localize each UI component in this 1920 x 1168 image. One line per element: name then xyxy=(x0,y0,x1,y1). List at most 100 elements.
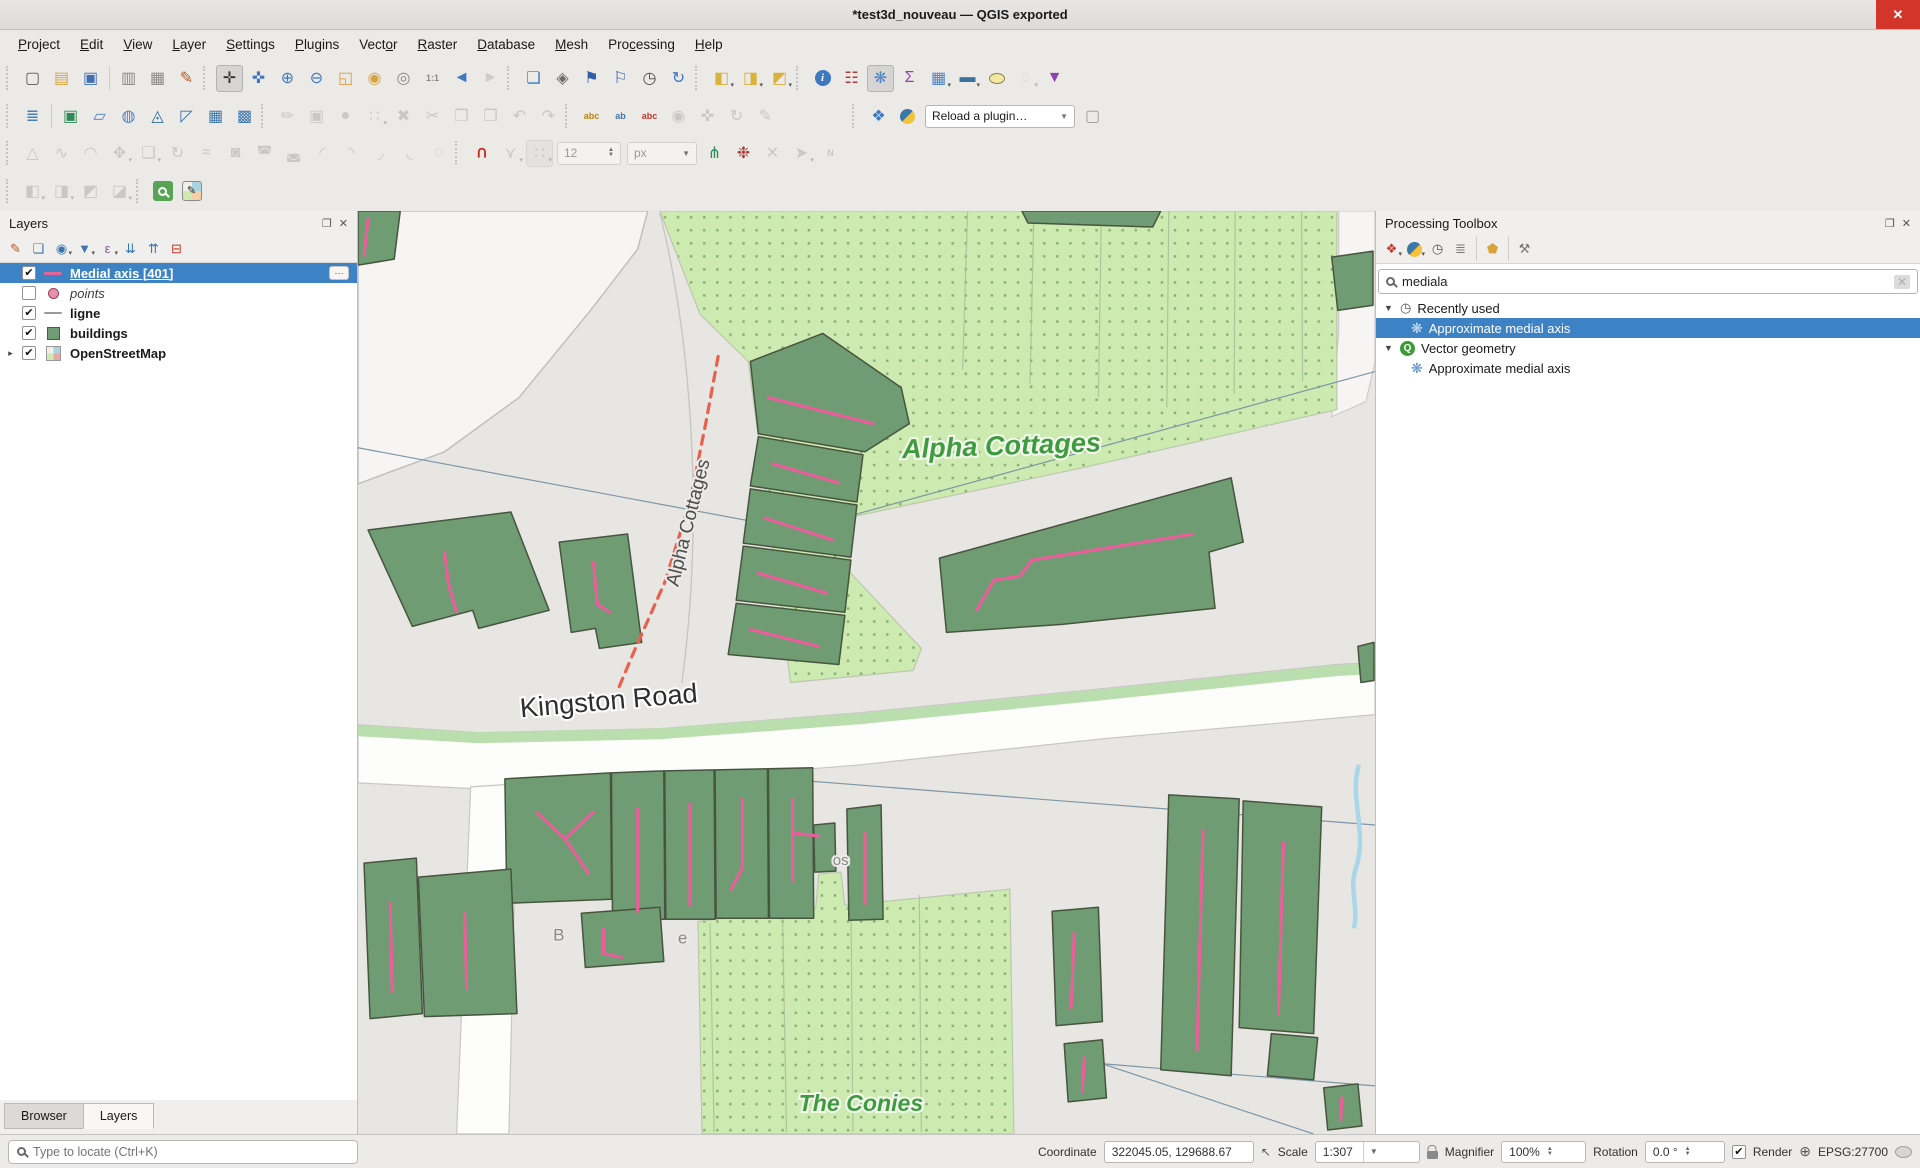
magnifier-spinbox[interactable]: 100% ▲▼ xyxy=(1501,1141,1586,1163)
float-panel-icon[interactable]: ❐ xyxy=(322,217,332,230)
rotate-label-icon[interactable]: ↻ xyxy=(723,103,750,130)
lock-icon[interactable] xyxy=(1427,1151,1438,1159)
scale-combo[interactable]: 1:307 ▼ xyxy=(1315,1141,1420,1163)
layer-row-ligne[interactable]: ✔ligne xyxy=(0,303,357,323)
clear-search-icon[interactable]: ✕ xyxy=(1894,275,1910,289)
zoom-to-selection-icon[interactable]: ◉ xyxy=(361,65,388,92)
new-shapefile-layer-icon[interactable]: ▱ xyxy=(86,103,113,130)
coordinate-field[interactable]: 322045.05, 129688.67 xyxy=(1104,1141,1254,1163)
menu-project[interactable]: Project xyxy=(8,33,70,56)
new-project-icon[interactable]: ▢ xyxy=(19,65,46,92)
open-layer-styling-icon[interactable]: ✎ xyxy=(4,237,27,260)
manage-plugins-icon[interactable]: ❖ xyxy=(865,103,892,130)
save-layer-edits-icon[interactable]: ▣ xyxy=(303,103,330,130)
zoom-last-icon[interactable]: ◄ xyxy=(448,65,475,92)
filter-by-expression-icon[interactable]: ε▾ xyxy=(96,237,119,260)
python-scripts-icon[interactable]: ▾ xyxy=(1403,238,1426,261)
menu-processing[interactable]: Processing xyxy=(598,33,685,56)
copy-features-icon[interactable]: ❐ xyxy=(448,103,475,130)
close-window-button[interactable]: ✕ xyxy=(1876,0,1920,29)
quickmapservices-search-icon[interactable] xyxy=(149,178,176,205)
digitize-with-segment-icon[interactable]: △ xyxy=(19,140,46,167)
history-icon[interactable]: ◷ xyxy=(1426,238,1449,261)
layer-visibility-checkbox[interactable]: ✔ xyxy=(22,306,36,320)
snap-on-intersection-icon[interactable]: ✕ xyxy=(759,140,786,167)
move-label-icon[interactable]: ✜ xyxy=(694,103,721,130)
layer-row-points[interactable]: points xyxy=(0,283,357,303)
processing-toolbox-icon[interactable]: ❋ xyxy=(867,65,894,92)
feature-filter-icon[interactable]: ▼ xyxy=(1041,65,1068,92)
python-console-icon[interactable] xyxy=(894,103,921,130)
close-panel-icon[interactable]: ✕ xyxy=(339,217,348,230)
float-panel-icon[interactable]: ❐ xyxy=(1885,217,1895,230)
menu-help[interactable]: Help xyxy=(685,33,733,56)
new-map-view-icon[interactable]: ❏ xyxy=(520,65,547,92)
expander-icon[interactable]: ▼ xyxy=(1383,343,1394,353)
labels-rules-icon[interactable]: abc xyxy=(636,103,663,130)
new-annotation-icon[interactable]: ◌▾ xyxy=(1012,65,1039,92)
new-gpx-layer-icon[interactable]: ◸ xyxy=(173,103,200,130)
rotate-feature-icon[interactable]: ↻ xyxy=(164,140,191,167)
circular-string-icon[interactable]: ◠ xyxy=(77,140,104,167)
simplify-feature-icon[interactable]: ≈ xyxy=(193,140,220,167)
measure-line-icon[interactable]: ▬▾ xyxy=(954,65,981,92)
avoid-overlap-icon[interactable]: ❉ xyxy=(730,140,757,167)
options-icon[interactable]: ⚒ xyxy=(1513,238,1536,261)
models-icon[interactable]: ❖▾ xyxy=(1380,238,1403,261)
add-xyz-layer-icon[interactable]: ▩ xyxy=(231,103,258,130)
crs-value[interactable]: EPSG:27700 xyxy=(1818,1145,1888,1159)
add-part-icon[interactable]: ◚ xyxy=(251,140,278,167)
quickosm-icon[interactable]: ✎ xyxy=(178,178,205,205)
toolbar-grip[interactable] xyxy=(6,141,14,165)
layer-visibility-checkbox[interactable]: ✔ xyxy=(22,346,36,360)
tab-browser[interactable]: Browser xyxy=(4,1103,84,1129)
plugin-options-icon[interactable]: ▢ xyxy=(1079,103,1106,130)
menu-view[interactable]: View xyxy=(113,33,162,56)
layer-row-medial-axis-401-[interactable]: ✔Medial axis [401]⋯ xyxy=(0,263,357,283)
orthogonalize-icon[interactable]: N xyxy=(817,140,844,167)
filter-legend-icon[interactable]: ▼▾ xyxy=(73,237,96,260)
temporal-controller-icon[interactable]: ◷ xyxy=(636,65,663,92)
menu-plugins[interactable]: Plugins xyxy=(285,33,349,56)
redo-icon[interactable]: ↷ xyxy=(535,103,562,130)
menu-raster[interactable]: Raster xyxy=(408,33,468,56)
map-canvas[interactable]: Alpha Cottages The Conies Kingston Road … xyxy=(358,211,1375,1134)
algorithm-group-recently-used[interactable]: ▼◷Recently used xyxy=(1376,298,1920,318)
show-layout-manager-icon[interactable]: ▦ xyxy=(144,65,171,92)
zoom-full-extent-icon[interactable]: ◱ xyxy=(332,65,359,92)
toolbar-grip[interactable] xyxy=(455,141,463,165)
zoom-out-icon[interactable]: ⊖ xyxy=(303,65,330,92)
pan-to-selection-icon[interactable]: ✜ xyxy=(245,65,272,92)
coordinate-label[interactable]: Coordinate xyxy=(1038,1145,1097,1159)
toolbar-grip[interactable] xyxy=(852,104,860,128)
fill-ring-icon[interactable]: ◛ xyxy=(280,140,307,167)
layer-visibility-checkbox[interactable]: ✔ xyxy=(22,266,36,280)
extent-toggle-icon[interactable]: ↖ xyxy=(1261,1145,1271,1159)
identify-features-icon[interactable]: i xyxy=(809,65,836,92)
spinner-arrows-icon[interactable]: ▲▼ xyxy=(1685,1147,1691,1157)
algorithm-approximate-medial-axis[interactable]: ❋Approximate medial axis xyxy=(1376,318,1920,338)
reshape-features-icon[interactable]: ◞ xyxy=(367,140,394,167)
snapping-options-icon[interactable]: ∷▾ xyxy=(526,140,553,167)
toolbar-grip[interactable] xyxy=(203,66,211,90)
toggle-editing-icon[interactable]: ✏ xyxy=(274,103,301,130)
snap-tolerance[interactable]: 12▲▼ xyxy=(557,142,621,165)
algorithm-group-vector-geometry[interactable]: ▼QVector geometry xyxy=(1376,338,1920,358)
mesh-transform-icon[interactable]: ◩ xyxy=(77,178,104,205)
zoom-native-icon[interactable]: 1:1 xyxy=(419,65,446,92)
layer-visibility-checkbox[interactable]: ✔ xyxy=(22,326,36,340)
expand-all-icon[interactable]: ⇊ xyxy=(119,237,142,260)
remove-layer-icon[interactable]: ⊟ xyxy=(165,237,188,260)
toolbar-grip[interactable] xyxy=(261,104,269,128)
zoom-in-icon[interactable]: ⊕ xyxy=(274,65,301,92)
undo-icon[interactable]: ↶ xyxy=(506,103,533,130)
tab-layers[interactable]: Layers xyxy=(83,1103,155,1129)
enable-snapping-icon[interactable]: ∪ xyxy=(468,140,495,167)
mesh-selection-icon[interactable]: ◨▾ xyxy=(48,178,75,205)
pan-map-icon[interactable]: ✛ xyxy=(216,65,243,92)
deselect-features-icon[interactable]: ◩▾ xyxy=(766,65,793,92)
crs-globe-icon[interactable]: ⊕ xyxy=(1799,1143,1811,1160)
edit-features-in-place-icon[interactable]: ⬟ xyxy=(1481,238,1504,261)
locate-input[interactable] xyxy=(33,1145,349,1159)
rotation-spinbox[interactable]: 0.0 ° ▲▼ xyxy=(1645,1141,1725,1163)
